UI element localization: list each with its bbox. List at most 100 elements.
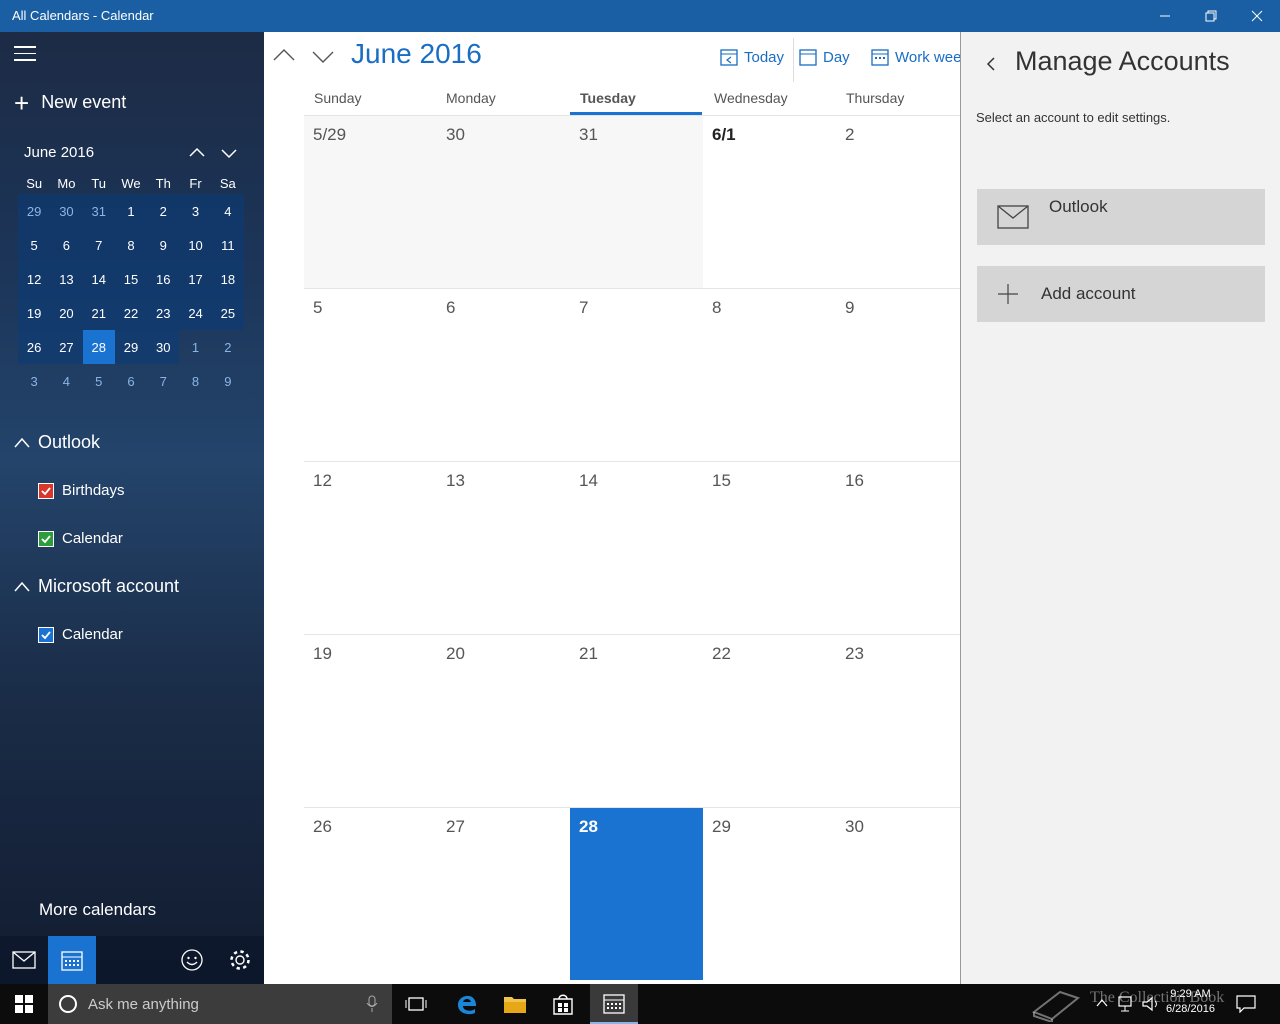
- mini-calendar-day[interactable]: 29: [18, 194, 51, 228]
- mini-calendar-day[interactable]: 2: [147, 194, 180, 228]
- day-cell[interactable]: 30: [437, 115, 570, 288]
- mini-calendar-day[interactable]: 1: [114, 194, 148, 228]
- mini-calendar-day[interactable]: 30: [147, 330, 180, 364]
- mini-calendar-day[interactable]: 4: [50, 364, 82, 398]
- mini-calendar-day[interactable]: 31: [82, 194, 115, 228]
- mini-calendar-day[interactable]: 6: [115, 364, 147, 398]
- mini-calendar-day[interactable]: 16: [147, 262, 180, 296]
- day-cell[interactable]: 2: [836, 115, 961, 288]
- checkbox-icon[interactable]: [38, 482, 54, 499]
- mini-calendar-day[interactable]: 25: [211, 296, 244, 330]
- day-cell[interactable]: 13: [437, 461, 570, 634]
- volume-icon[interactable]: [1142, 996, 1160, 1012]
- mini-calendar-day[interactable]: 23: [147, 296, 180, 330]
- settings-button[interactable]: [216, 936, 264, 984]
- account-header-outlook[interactable]: Outlook: [14, 432, 100, 453]
- task-view-button[interactable]: [394, 984, 438, 1024]
- add-account-button[interactable]: Add account: [977, 266, 1265, 322]
- mini-calendar-day[interactable]: 4: [211, 194, 244, 228]
- mini-calendar-day[interactable]: 3: [179, 194, 212, 228]
- mini-calendar-day[interactable]: 5: [18, 228, 51, 262]
- mini-calendar-day[interactable]: 8: [114, 228, 148, 262]
- mini-calendar-day[interactable]: 9: [147, 228, 180, 262]
- mini-calendar-day[interactable]: 22: [114, 296, 148, 330]
- day-cell[interactable]: 27: [437, 807, 570, 980]
- today-button[interactable]: Today: [720, 48, 784, 66]
- mini-calendar-day[interactable]: 20: [50, 296, 83, 330]
- more-calendars-link[interactable]: More calendars: [39, 900, 156, 920]
- mini-calendar-day[interactable]: 7: [147, 364, 179, 398]
- month-title[interactable]: June 2016: [351, 38, 482, 70]
- start-button[interactable]: [0, 984, 48, 1024]
- day-cell[interactable]: 29: [703, 807, 836, 980]
- mini-calendar-day[interactable]: 19: [18, 296, 51, 330]
- mini-calendar-day[interactable]: 30: [50, 194, 83, 228]
- close-button[interactable]: [1234, 0, 1280, 32]
- mini-calendar-day[interactable]: 11: [211, 228, 244, 262]
- mini-calendar-day[interactable]: 1: [179, 330, 211, 364]
- mini-calendar-day[interactable]: 13: [50, 262, 83, 296]
- day-cell[interactable]: 5: [304, 288, 437, 461]
- day-cell[interactable]: 26: [304, 807, 437, 980]
- day-cell[interactable]: 16: [836, 461, 961, 634]
- mini-calendar-day[interactable]: 14: [82, 262, 115, 296]
- new-event-button[interactable]: + New event: [14, 90, 126, 116]
- calendar-item-ms-calendar[interactable]: Calendar: [38, 626, 123, 643]
- day-cell[interactable]: 21: [570, 634, 703, 807]
- mini-calendar-day[interactable]: 7: [82, 228, 115, 262]
- mini-calendar-day[interactable]: 24: [179, 296, 212, 330]
- day-cell[interactable]: 30: [836, 807, 961, 980]
- day-cell[interactable]: 20: [437, 634, 570, 807]
- day-cell[interactable]: 5/29: [304, 115, 437, 288]
- network-icon[interactable]: [1118, 996, 1136, 1012]
- previous-month-icon[interactable]: [272, 44, 296, 68]
- day-cell[interactable]: 6/1: [703, 115, 836, 288]
- feedback-button[interactable]: [168, 936, 216, 984]
- mail-button[interactable]: [0, 936, 48, 984]
- mini-calendar-day[interactable]: 6: [50, 228, 83, 262]
- clock[interactable]: 9:29 AM 6/28/2016: [1166, 987, 1215, 1017]
- cortana-search-box[interactable]: Ask me anything: [48, 984, 392, 1024]
- mini-calendar-day[interactable]: 26: [18, 330, 51, 364]
- calendar-item-birthdays[interactable]: Birthdays: [38, 482, 125, 499]
- action-center-icon[interactable]: [1236, 995, 1256, 1013]
- mini-calendar-day[interactable]: 9: [212, 364, 244, 398]
- mini-calendar-day[interactable]: 15: [114, 262, 148, 296]
- account-header-microsoft[interactable]: Microsoft account: [14, 576, 179, 597]
- mini-calendar-day[interactable]: 18: [211, 262, 244, 296]
- day-cell[interactable]: 28: [570, 807, 703, 980]
- day-cell[interactable]: 7: [570, 288, 703, 461]
- mini-calendar-day[interactable]: 29: [114, 330, 148, 364]
- mini-calendar-day[interactable]: 27: [50, 330, 83, 364]
- mini-calendar-day[interactable]: 2: [212, 330, 244, 364]
- day-cell[interactable]: 8: [703, 288, 836, 461]
- next-month-icon[interactable]: [311, 44, 335, 68]
- chevron-down-icon[interactable]: [218, 142, 240, 164]
- mini-calendar-day[interactable]: 5: [83, 364, 115, 398]
- checkbox-icon[interactable]: [38, 626, 54, 643]
- mini-calendar-day[interactable]: 21: [82, 296, 115, 330]
- day-cell[interactable]: 6: [437, 288, 570, 461]
- mini-calendar-title[interactable]: June 2016: [24, 144, 94, 161]
- mini-calendar-day[interactable]: 10: [179, 228, 212, 262]
- day-cell[interactable]: 23: [836, 634, 961, 807]
- day-cell[interactable]: 19: [304, 634, 437, 807]
- mini-calendar-day[interactable]: 8: [179, 364, 211, 398]
- account-tile-outlook[interactable]: Outlook: [977, 189, 1265, 245]
- day-cell[interactable]: 12: [304, 461, 437, 634]
- show-hidden-icons-icon[interactable]: [1096, 998, 1108, 1008]
- hamburger-menu-icon[interactable]: [14, 46, 36, 64]
- work-week-button[interactable]: Work weel: [871, 48, 961, 66]
- mini-calendar-day[interactable]: 3: [18, 364, 50, 398]
- chevron-up-icon[interactable]: [186, 142, 208, 164]
- file-explorer-button[interactable]: [492, 984, 538, 1024]
- checkbox-icon[interactable]: [38, 530, 54, 547]
- calendar-button[interactable]: [48, 936, 96, 984]
- calendar-item-calendar[interactable]: Calendar: [38, 530, 123, 547]
- day-cell[interactable]: 9: [836, 288, 961, 461]
- day-cell[interactable]: 22: [703, 634, 836, 807]
- day-cell[interactable]: 31: [570, 115, 703, 288]
- calendar-app-button[interactable]: [590, 984, 638, 1024]
- mini-calendar-day[interactable]: 28: [82, 330, 115, 364]
- day-cell[interactable]: 15: [703, 461, 836, 634]
